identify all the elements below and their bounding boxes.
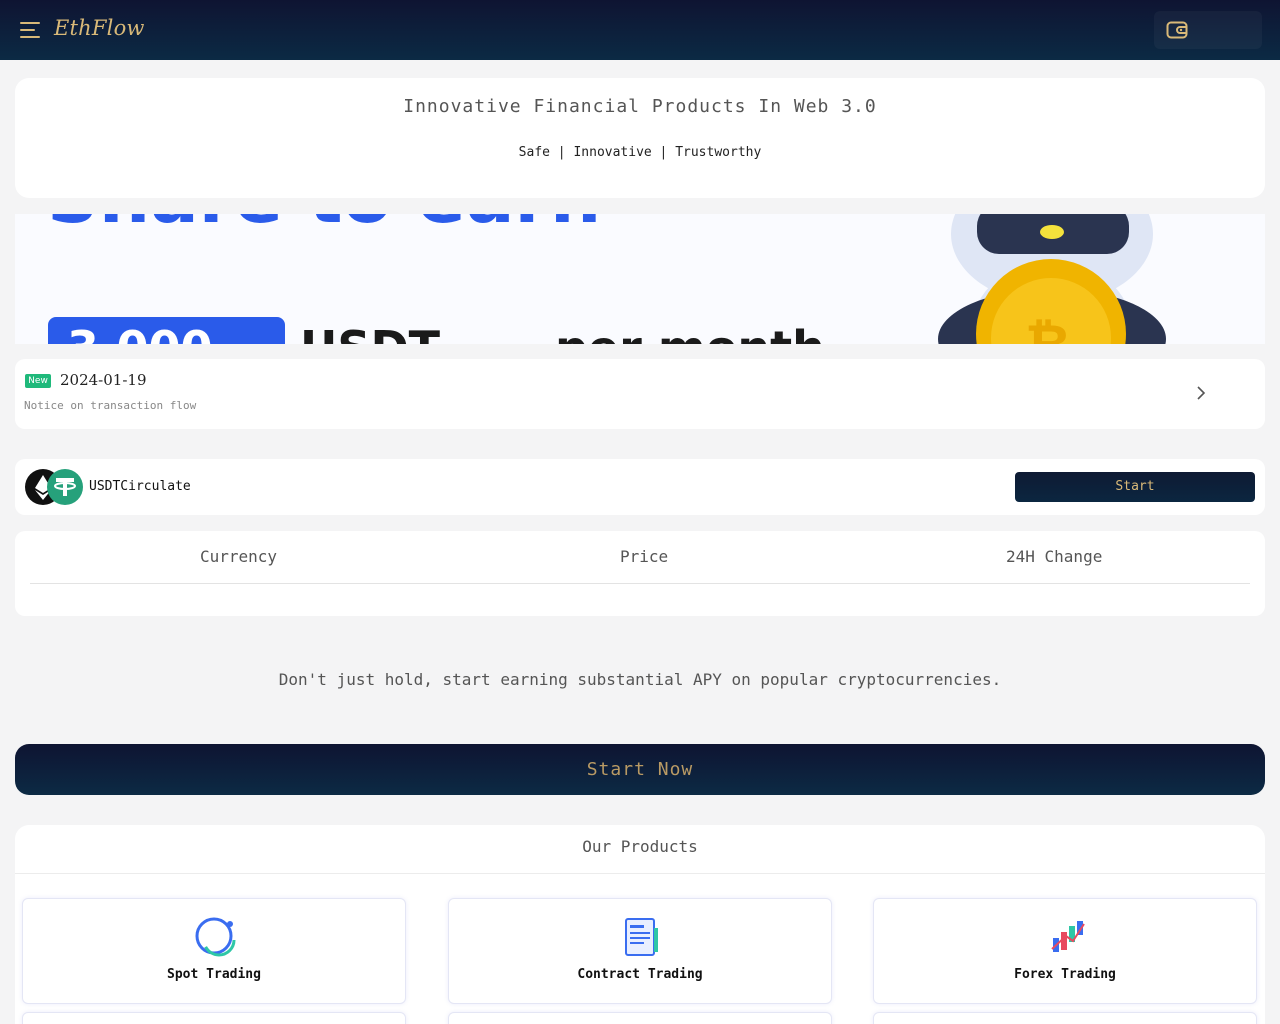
product-label: Spot Trading <box>167 967 261 982</box>
product-label: Contract Trading <box>577 967 703 982</box>
banner-suffix: per month <box>555 321 825 344</box>
notice-card[interactable]: New 2024-01-19 Notice on transaction flo… <box>15 359 1265 429</box>
product-card-forex-trading[interactable]: Forex Trading <box>873 898 1257 1004</box>
hero-tagline: Safe | Innovative | Trustworthy <box>518 145 762 160</box>
products-title: Our Products <box>582 837 698 856</box>
product-card[interactable] <box>448 1012 832 1024</box>
product-card-contract-trading[interactable]: Contract Trading <box>448 898 832 1004</box>
notice-text: Notice on transaction flow <box>24 399 197 412</box>
column-currency[interactable]: Currency <box>200 547 277 566</box>
wallet-button[interactable] <box>1154 11 1262 49</box>
column-24h-change[interactable]: 24H Change <box>1006 547 1102 566</box>
product-card[interactable] <box>22 1012 406 1024</box>
column-price[interactable]: Price <box>620 547 668 566</box>
table-divider <box>30 583 1250 584</box>
chevron-right-icon[interactable] <box>1195 384 1207 402</box>
banner-headline: Share to earn <box>47 214 601 239</box>
wallet-icon <box>1166 21 1188 39</box>
market-table: Currency Price 24H Change <box>15 531 1265 616</box>
banner-unit: USDT <box>300 321 441 344</box>
product-label: Forex Trading <box>1014 967 1116 982</box>
hero-card: Innovative Financial Products In Web 3.0… <box>15 78 1265 198</box>
start-now-button[interactable]: Start Now <box>15 744 1265 795</box>
bitcoin-icon: ₿ <box>1025 313 1071 344</box>
product-card[interactable] <box>873 1012 1257 1024</box>
products-divider <box>15 873 1265 874</box>
top-bar: EthFlow <box>0 0 1280 60</box>
hero-title: Innovative Financial Products In Web 3.0 <box>403 96 877 117</box>
start-button[interactable]: Start <box>1015 472 1255 502</box>
banner-amount: 3,000 <box>67 321 213 344</box>
contract-trading-icon <box>625 918 658 956</box>
menu-icon[interactable] <box>20 20 42 40</box>
promo-text: Don't just hold, start earning substanti… <box>278 670 1002 689</box>
products-section: Our Products Spot Trading Contract Tradi… <box>15 825 1265 1024</box>
spot-trading-icon <box>195 917 236 957</box>
product-card-spot-trading[interactable]: Spot Trading <box>22 898 406 1004</box>
notice-date: 2024-01-19 <box>60 371 147 389</box>
usdt-circulate-card: USDTCirculate Start <box>15 459 1265 515</box>
promo-banner[interactable]: Share to earn 3,000 USDT per month ₿ <box>15 214 1265 344</box>
robot-eye <box>1040 225 1064 239</box>
new-badge: New <box>25 374 51 388</box>
usdt-circulate-label: USDTCirculate <box>89 479 191 494</box>
tether-icon <box>47 469 83 505</box>
banner-artwork: Share to earn 3,000 USDT per month ₿ <box>47 214 1166 344</box>
brand-logo: EthFlow <box>54 16 145 40</box>
forex-trading-icon <box>1051 921 1085 952</box>
